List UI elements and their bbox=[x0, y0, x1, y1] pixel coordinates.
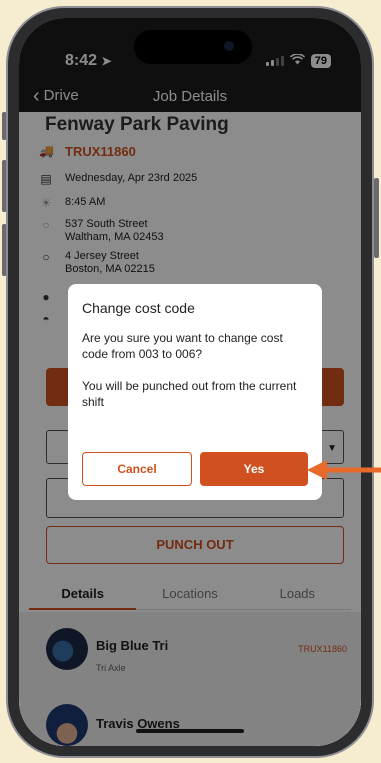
home-indicator bbox=[136, 729, 244, 733]
change-cost-code-dialog: Change cost code Are you sure you want t… bbox=[68, 284, 322, 500]
power-button bbox=[374, 178, 379, 258]
cancel-button[interactable]: Cancel bbox=[82, 452, 192, 486]
phone-screen: 8:42 ➤ 79 ‹ Drive Job Details Fenway Par… bbox=[19, 18, 361, 746]
dialog-buttons: Cancel Yes bbox=[82, 452, 308, 486]
dialog-title: Change cost code bbox=[82, 300, 195, 316]
dialog-note: You will be punched out from the current… bbox=[82, 379, 297, 409]
modal-overlay: Change cost code Are you sure you want t… bbox=[19, 18, 361, 746]
yes-button[interactable]: Yes bbox=[200, 452, 308, 486]
dialog-message: Are you sure you want to change cost cod… bbox=[82, 331, 283, 361]
pointer-arrow-icon bbox=[307, 460, 381, 480]
